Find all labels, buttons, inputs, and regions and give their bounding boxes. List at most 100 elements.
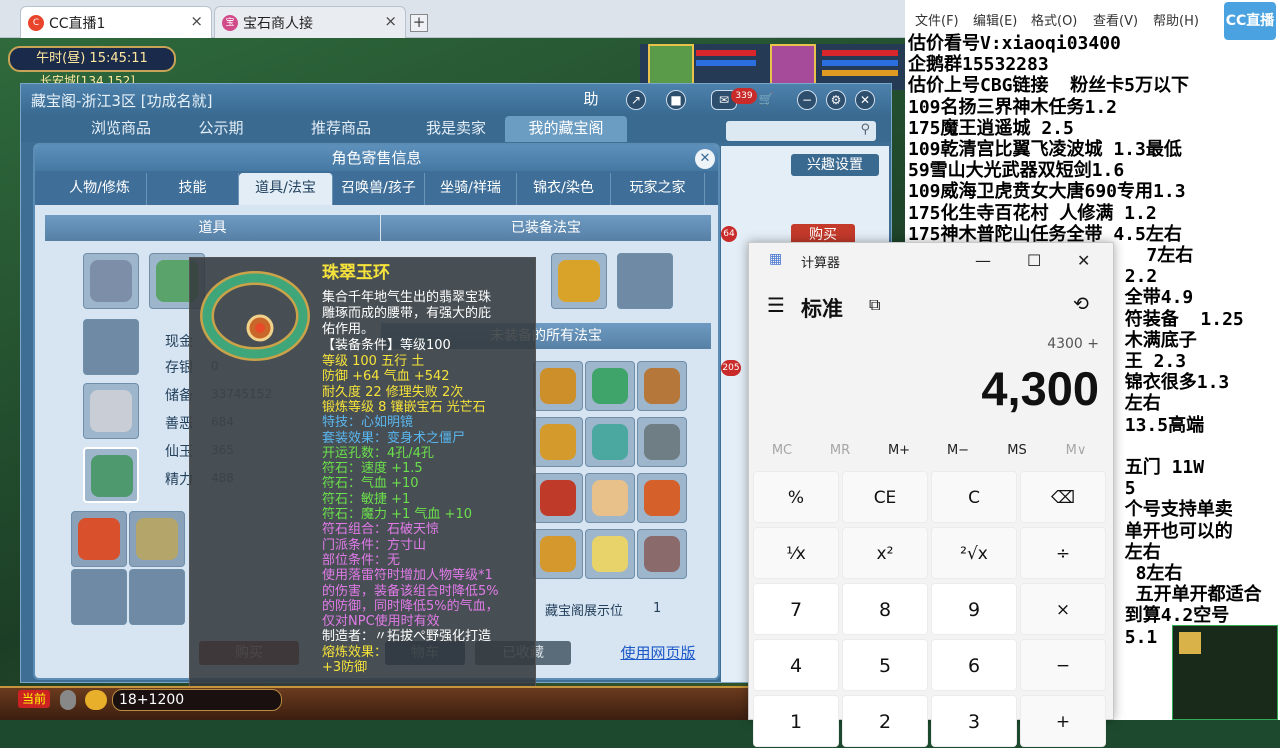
fabao-item[interactable] — [585, 473, 635, 523]
digit-3-button[interactable]: 3 — [931, 695, 1017, 747]
settings-icon[interactable]: ⚙ — [826, 90, 846, 110]
menu-format[interactable]: 格式(O) — [1031, 10, 1077, 29]
item-attribute-line: 熔炼效果： — [322, 644, 388, 660]
tab-home[interactable]: 玩家之家 — [611, 173, 705, 205]
tab-seller[interactable]: 我是卖家 — [401, 116, 511, 142]
fabao-item[interactable] — [585, 529, 635, 579]
stop-icon[interactable]: ■ — [666, 90, 686, 110]
mc-button[interactable]: MC — [753, 443, 811, 458]
fabao-item[interactable] — [533, 473, 583, 523]
equip-slot-empty[interactable] — [83, 319, 139, 375]
anger-bar — [822, 70, 898, 76]
fabao-item[interactable] — [585, 361, 635, 411]
history-icon[interactable]: ⟲ — [1073, 293, 1089, 315]
subtract-button[interactable]: − — [1020, 639, 1106, 691]
talisman-icon — [592, 536, 628, 572]
fabao-item[interactable] — [533, 529, 583, 579]
digit-2-button[interactable]: 2 — [842, 695, 928, 747]
fabao-item[interactable] — [637, 473, 687, 523]
digit-5-button[interactable]: 5 — [842, 639, 928, 691]
memory-list-button[interactable]: M∨ — [1047, 443, 1105, 458]
bag-slot[interactable] — [71, 569, 127, 625]
menu-file[interactable]: 文件(F) — [915, 10, 959, 29]
close-icon[interactable]: × — [384, 12, 397, 30]
fabao-slot-empty[interactable] — [617, 253, 673, 309]
digit-7-button[interactable]: 7 — [753, 583, 839, 635]
browser-tab-game[interactable]: 宝 宝石商人接 × — [214, 6, 406, 38]
percent-button[interactable]: % — [753, 471, 839, 523]
fabao-item[interactable] — [533, 417, 583, 467]
ce-button[interactable]: CE — [842, 471, 928, 523]
fabao-item[interactable] — [637, 417, 687, 467]
interest-settings-button[interactable]: 兴趣设置 — [791, 154, 879, 176]
fabao-item[interactable] — [637, 529, 687, 579]
browser-tab-cc[interactable]: C CC直播1 × — [20, 6, 212, 38]
digit-6-button[interactable]: 6 — [931, 639, 1017, 691]
fabao-item[interactable] — [637, 361, 687, 411]
share-icon[interactable]: ↗ — [626, 90, 646, 110]
tab-items[interactable]: 道具/法宝 — [239, 173, 333, 205]
cart-icon[interactable]: 🛒 — [756, 90, 776, 110]
item-attribute-line: 符石：敏捷 +1 — [322, 491, 411, 507]
clear-button[interactable]: C — [931, 471, 1017, 523]
menu-help[interactable]: 帮助(H) — [1153, 10, 1199, 29]
fabao-item[interactable] — [533, 361, 583, 411]
menu-icon[interactable]: ☰ — [767, 293, 785, 317]
keep-on-top-icon[interactable]: ⧉ — [869, 295, 880, 315]
reciprocal-button[interactable]: ¹⁄x — [753, 527, 839, 579]
bag-slot[interactable] — [71, 511, 127, 567]
menu-edit[interactable]: 编辑(E) — [973, 10, 1017, 29]
digit-1-button[interactable]: 1 — [753, 695, 839, 747]
square-button[interactable]: x² — [842, 527, 928, 579]
count-badge: 205 — [721, 360, 741, 376]
digit-9-button[interactable]: 9 — [931, 583, 1017, 635]
equip-slot-belt[interactable] — [83, 447, 139, 503]
tab-skills[interactable]: 技能 — [147, 173, 239, 205]
tab-pets[interactable]: 召唤兽/孩子 — [333, 173, 425, 205]
multiply-button[interactable]: × — [1020, 583, 1106, 635]
item-attribute-line: 防御 +64 气血 +542 — [322, 369, 450, 385]
tab-recommend[interactable]: 推荐商品 — [286, 116, 396, 142]
help-button[interactable]: 助 — [581, 90, 601, 110]
m-minus-button[interactable]: M− — [929, 443, 987, 458]
tab-character[interactable]: 人物/修炼 — [53, 173, 147, 205]
web-version-link[interactable]: 使用网页版 — [613, 641, 703, 665]
menu-view[interactable]: 查看(V) — [1093, 10, 1138, 29]
channel-button[interactable]: 当前 — [18, 690, 50, 708]
chat-input[interactable]: 18+1200 — [112, 689, 282, 711]
backspace-button[interactable]: ⌫ — [1020, 471, 1106, 523]
minimize-icon[interactable]: — — [975, 251, 991, 270]
fabao-slot[interactable] — [551, 253, 607, 309]
digit-4-button[interactable]: 4 — [753, 639, 839, 691]
search-icon[interactable]: ⚲ — [860, 122, 870, 137]
divide-button[interactable]: ÷ — [1020, 527, 1106, 579]
ms-button[interactable]: MS — [988, 443, 1046, 458]
close-icon[interactable]: ✕ — [1077, 251, 1090, 270]
bag-slot[interactable] — [129, 511, 185, 567]
new-tab-button[interactable]: + — [410, 14, 428, 32]
close-icon[interactable]: ✕ — [855, 90, 875, 110]
tab-outfits[interactable]: 锦衣/染色 — [517, 173, 611, 205]
close-icon[interactable]: × — [190, 12, 203, 30]
m-plus-button[interactable]: M+ — [870, 443, 928, 458]
digit-8-button[interactable]: 8 — [842, 583, 928, 635]
microphone-icon[interactable] — [60, 690, 76, 710]
maximize-icon[interactable]: ☐ — [1027, 251, 1041, 270]
item-attribute-line: 符石：气血 +10 — [322, 476, 419, 492]
add-button[interactable]: + — [1020, 695, 1106, 747]
minimize-icon[interactable]: − — [797, 90, 817, 110]
tab-mounts[interactable]: 坐骑/祥瑞 — [425, 173, 517, 205]
mr-button[interactable]: MR — [811, 443, 869, 458]
fabao-icon — [558, 260, 600, 302]
equip-slot-helmet[interactable] — [83, 253, 139, 309]
sqrt-button[interactable]: ²√x — [931, 527, 1017, 579]
emoji-icon[interactable] — [85, 690, 107, 710]
tab-browse[interactable]: 浏览商品 — [66, 116, 176, 142]
bag-slot[interactable] — [129, 569, 185, 625]
tab-public[interactable]: 公示期 — [181, 116, 261, 142]
close-icon[interactable]: ✕ — [695, 149, 715, 169]
equip-slot-weapon[interactable] — [83, 383, 139, 439]
tab-my-cbg[interactable]: 我的藏宝阁 — [505, 116, 627, 142]
search-input[interactable]: ⚲ — [726, 121, 876, 141]
fabao-item[interactable] — [585, 417, 635, 467]
